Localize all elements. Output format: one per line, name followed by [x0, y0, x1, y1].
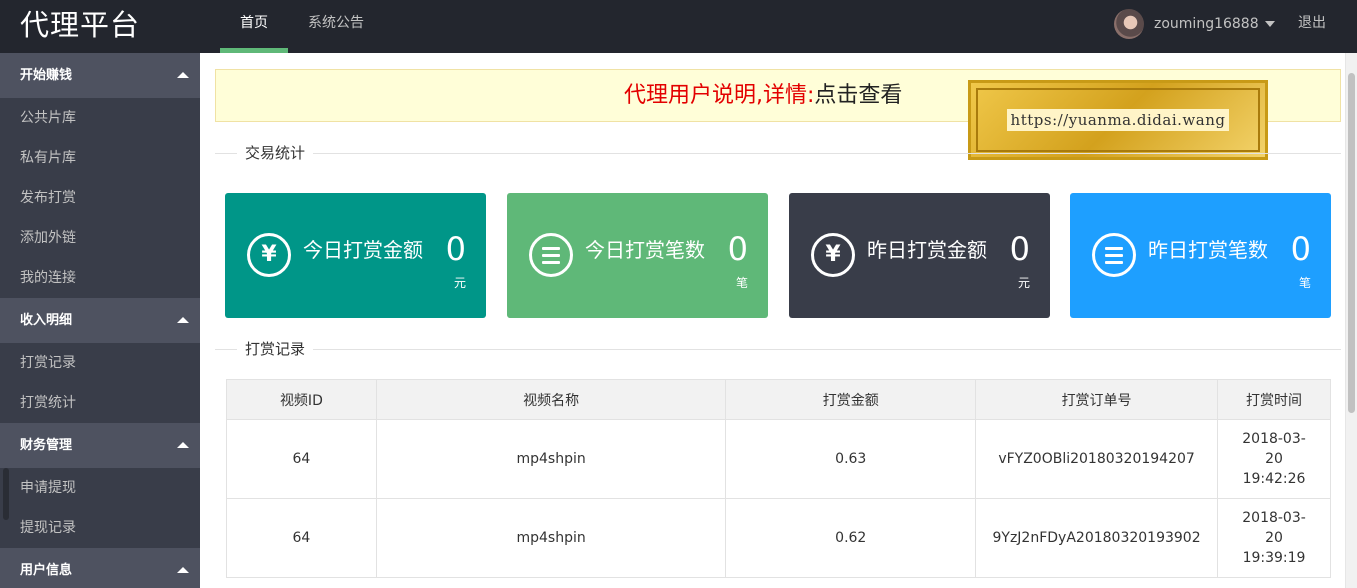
stat-label: 昨日打赏笔数 — [1148, 238, 1268, 262]
column-header-amount: 打赏金额 — [725, 379, 977, 420]
cell-video-id: 64 — [226, 498, 377, 578]
sidebar-group-income-details[interactable]: 收入明细 — [0, 298, 200, 343]
time-day: 20 — [1265, 451, 1283, 467]
column-header-video-id: 视频ID — [226, 379, 377, 420]
sidebar: 开始赚钱 公共片库 私有片库 发布打赏 添加外链 我的连接 收入明细 打赏记录 … — [0, 53, 200, 588]
scrollbar-thumb[interactable] — [1348, 73, 1355, 413]
username: zouming16888 — [1154, 16, 1259, 32]
stat-label: 今日打赏金额 — [303, 238, 423, 262]
watermark-banner: https://yuanma.didai.wang — [968, 80, 1268, 160]
stats-section-divider: 交易统计 — [215, 142, 1341, 164]
yen-icon: ¥ — [811, 233, 855, 277]
sidebar-item-apply-withdrawal[interactable]: 申请提现 — [0, 468, 200, 508]
sidebar-item-my-links[interactable]: 我的连接 — [0, 258, 200, 298]
sidebar-group-label: 用户信息 — [20, 563, 73, 578]
chevron-up-icon — [177, 567, 189, 573]
cell-amount: 0.62 — [725, 498, 977, 578]
cell-time: 2018-03- 20 19:39:19 — [1217, 498, 1331, 578]
avatar — [1114, 9, 1144, 39]
sidebar-group-label: 开始赚钱 — [20, 68, 73, 83]
time-date: 2018-03- — [1242, 510, 1306, 526]
time-clock: 19:42:26 — [1242, 471, 1306, 487]
logout-link[interactable]: 退出 — [1298, 0, 1326, 46]
stat-unit: 元 — [1017, 276, 1030, 290]
stat-unit: 笔 — [1298, 276, 1311, 290]
chevron-up-icon — [177, 72, 189, 78]
sidebar-group-label: 财务管理 — [20, 438, 73, 453]
stat-value: 0 — [727, 230, 748, 268]
sidebar-item-private-library[interactable]: 私有片库 — [0, 138, 200, 178]
stat-value: 0 — [445, 230, 466, 268]
main-content: 代理用户说明,详情:点击查看 https://yuanma.didai.wang… — [200, 53, 1345, 588]
reward-records-table: 视频ID 视频名称 打赏金额 打赏订单号 打赏时间 64 mp4shpin 0.… — [226, 379, 1331, 578]
records-section-title: 打赏记录 — [237, 338, 314, 360]
stat-card-today-amount: ¥ 今日打赏金额 0 元 — [225, 193, 486, 318]
notice-view-link[interactable]: 点击查看 — [814, 83, 902, 108]
cell-video-name: mp4shpin — [375, 419, 727, 499]
notice-text: 代理用户说明,详情:点击查看 — [624, 83, 902, 109]
cell-video-name: mp4shpin — [375, 498, 727, 578]
stat-value: 0 — [1290, 230, 1311, 268]
sidebar-group-user-info[interactable]: 用户信息 — [0, 548, 200, 588]
stat-unit: 笔 — [735, 276, 748, 290]
sidebar-item-public-library[interactable]: 公共片库 — [0, 98, 200, 138]
stat-card-today-count: 今日打赏笔数 0 笔 — [507, 193, 768, 318]
yen-icon: ¥ — [247, 233, 291, 277]
stat-label: 昨日打赏金额 — [867, 238, 987, 262]
stats-section-title: 交易统计 — [237, 142, 314, 164]
cell-time: 2018-03- 20 19:42:26 — [1217, 419, 1331, 499]
time-clock: 19:39:19 — [1242, 550, 1306, 566]
column-header-time: 打赏时间 — [1217, 379, 1331, 420]
stat-label: 今日打赏笔数 — [585, 238, 705, 262]
cell-order-no: 9YzJ2nFDyA20180320193902 — [975, 498, 1219, 578]
time-date: 2018-03- — [1242, 431, 1306, 447]
list-icon — [529, 233, 573, 277]
chevron-up-icon — [177, 442, 189, 448]
sidebar-item-add-external-link[interactable]: 添加外链 — [0, 218, 200, 258]
watermark-frame: https://yuanma.didai.wang — [976, 88, 1260, 152]
sidebar-group-finance[interactable]: 财务管理 — [0, 423, 200, 468]
top-header: 代理平台 首页 系统公告 zouming16888 退出 — [0, 0, 1357, 53]
nav-system-notice[interactable]: 系统公告 — [296, 0, 376, 53]
chevron-up-icon — [177, 317, 189, 323]
table-header-row: 视频ID 视频名称 打赏金额 打赏订单号 打赏时间 — [226, 379, 1331, 420]
cell-amount: 0.63 — [725, 419, 977, 499]
cell-video-id: 64 — [226, 419, 377, 499]
column-header-video-name: 视频名称 — [375, 379, 727, 420]
sidebar-item-reward-records[interactable]: 打赏记录 — [0, 343, 200, 383]
chevron-down-icon — [1264, 21, 1275, 27]
sidebar-item-withdrawal-records[interactable]: 提现记录 — [0, 508, 200, 548]
column-header-order-no: 打赏订单号 — [975, 379, 1219, 420]
sidebar-group-label: 收入明细 — [20, 313, 73, 328]
sidebar-item-reward-statistics[interactable]: 打赏统计 — [0, 383, 200, 423]
sidebar-group-start-earning[interactable]: 开始赚钱 — [0, 53, 200, 98]
list-icon — [1092, 233, 1136, 277]
sidebar-item-publish-reward[interactable]: 发布打赏 — [0, 178, 200, 218]
watermark-url: https://yuanma.didai.wang — [1006, 109, 1230, 131]
stat-value: 0 — [1009, 230, 1030, 268]
user-menu[interactable]: zouming16888 — [1114, 8, 1275, 40]
page-scrollbar[interactable] — [1345, 53, 1357, 588]
cell-order-no: vFYZ0OBli20180320194207 — [975, 419, 1219, 499]
stat-card-yesterday-amount: ¥ 昨日打赏金额 0 元 — [789, 193, 1050, 318]
nav-home[interactable]: 首页 — [220, 0, 288, 53]
app-logo: 代理平台 — [20, 8, 141, 42]
stat-card-yesterday-count: 昨日打赏笔数 0 笔 — [1070, 193, 1331, 318]
sidebar-drag-handle[interactable] — [3, 468, 9, 520]
table-row: 64 mp4shpin 0.63 vFYZ0OBli20180320194207… — [226, 419, 1331, 499]
time-day: 20 — [1265, 530, 1283, 546]
stat-unit: 元 — [453, 276, 466, 290]
notice-message: 代理用户说明,详情: — [624, 83, 815, 108]
table-row: 64 mp4shpin 0.62 9YzJ2nFDyA2018032019390… — [226, 498, 1331, 578]
records-section-divider: 打赏记录 — [215, 338, 1341, 360]
